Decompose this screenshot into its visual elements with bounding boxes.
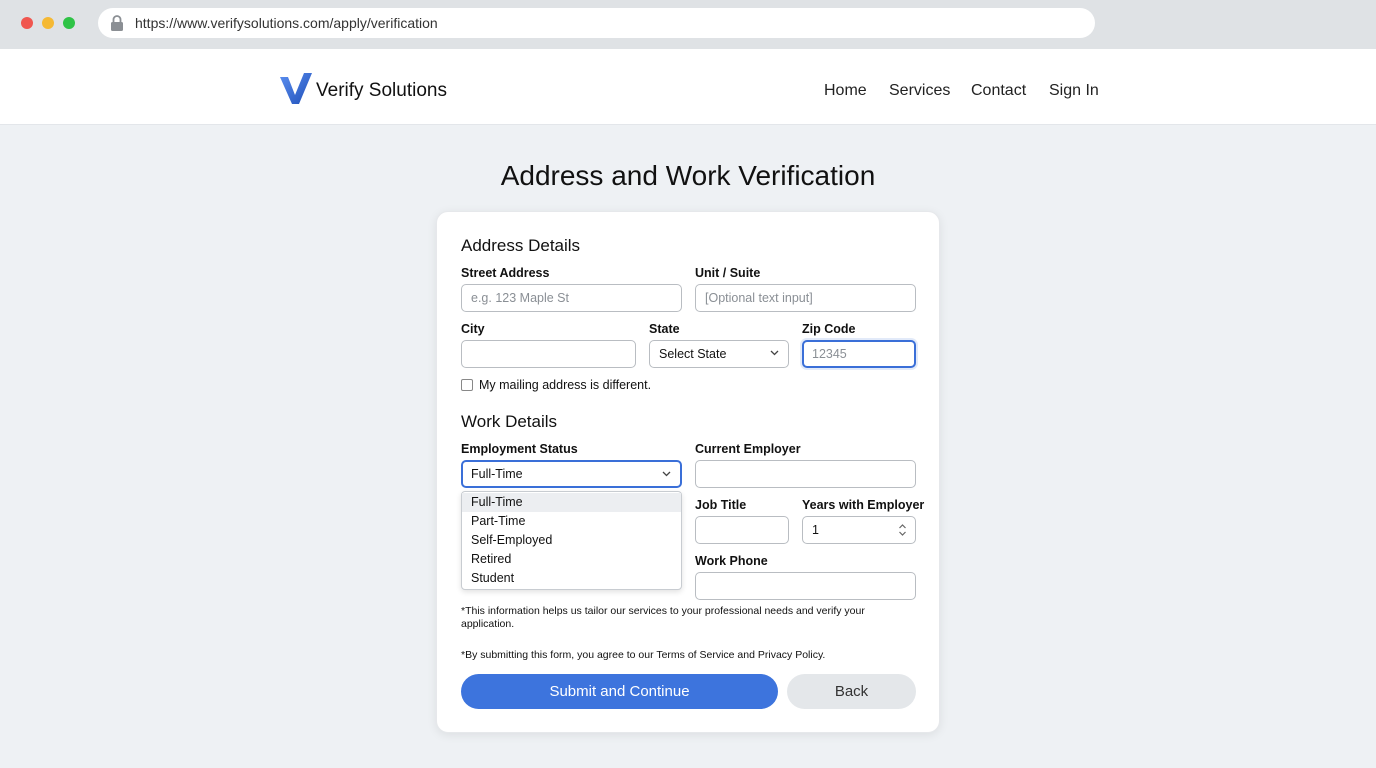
- employment-status-label: Employment Status: [461, 442, 578, 456]
- page-title: Address and Work Verification: [500, 160, 876, 191]
- address-bar[interactable]: https://www.verifysolutions.com/apply/ve…: [98, 8, 1095, 38]
- work-phone-label: Work Phone: [695, 554, 768, 568]
- option-retired[interactable]: Retired: [462, 550, 681, 569]
- submit-continue-button[interactable]: Submit and Continue: [461, 674, 778, 709]
- employment-status-value: Full-Time: [471, 467, 523, 481]
- info-note: *This information helps us tailor our se…: [461, 605, 865, 630]
- verify-logo-icon[interactable]: [280, 73, 312, 105]
- years-with-employer-input[interactable]: 1: [802, 516, 916, 544]
- mailing-address-label[interactable]: My mailing address is different.: [479, 378, 651, 392]
- city-label: City: [461, 322, 485, 336]
- chevron-down-icon: [662, 471, 671, 477]
- mailing-address-checkbox[interactable]: [461, 379, 473, 391]
- state-label: State: [649, 322, 680, 336]
- zip-code-label: Zip Code: [802, 322, 856, 336]
- state-select[interactable]: Select State: [649, 340, 789, 368]
- address-section-title: Address Details: [461, 236, 581, 255]
- nav-services[interactable]: Services: [889, 82, 950, 100]
- option-full-time[interactable]: Full-Time: [462, 493, 681, 512]
- unit-suite-label: Unit / Suite: [695, 266, 761, 280]
- nav-home[interactable]: Home: [824, 82, 867, 100]
- work-phone-input[interactable]: [695, 572, 916, 600]
- close-window-icon[interactable]: [21, 17, 33, 29]
- url-text: https://www.verifysolutions.com/apply/ve…: [135, 15, 438, 31]
- current-employer-label: Current Employer: [695, 442, 801, 456]
- nav-sign-in[interactable]: Sign In: [1049, 82, 1099, 100]
- city-input[interactable]: [461, 340, 636, 368]
- street-address-input[interactable]: [461, 284, 682, 312]
- minimize-window-icon[interactable]: [42, 17, 54, 29]
- terms-note: *By submitting this form, you agree to o…: [461, 649, 826, 661]
- years-value: 1: [812, 523, 819, 537]
- chevron-down-icon: [770, 350, 779, 356]
- stepper-arrows-icon[interactable]: [898, 522, 907, 538]
- years-with-employer-label: Years with Employer: [802, 498, 925, 512]
- work-section-title: Work Details: [461, 412, 558, 431]
- brand-name[interactable]: Verify Solutions: [316, 80, 447, 102]
- employment-status-dropdown: Full-Time Part-Time Self-Employed Retire…: [461, 491, 682, 590]
- nav-contact[interactable]: Contact: [971, 82, 1026, 100]
- maximize-window-icon[interactable]: [63, 17, 75, 29]
- option-student[interactable]: Student: [462, 569, 681, 588]
- option-part-time[interactable]: Part-Time: [462, 512, 681, 531]
- verification-form-card: Address Details Street Address Unit / Su…: [436, 211, 940, 733]
- job-title-label: Job Title: [695, 498, 747, 512]
- street-address-label: Street Address: [461, 266, 550, 280]
- zip-code-input[interactable]: [802, 340, 916, 368]
- option-self-employed[interactable]: Self-Employed: [462, 531, 681, 550]
- current-employer-input[interactable]: [695, 460, 916, 488]
- employment-status-select[interactable]: Full-Time: [461, 460, 682, 488]
- back-button[interactable]: Back: [787, 674, 916, 709]
- browser-chrome: https://www.verifysolutions.com/apply/ve…: [0, 0, 1376, 49]
- state-select-value: Select State: [659, 347, 727, 361]
- job-title-input[interactable]: [695, 516, 789, 544]
- unit-suite-input[interactable]: [695, 284, 916, 312]
- site-header: Verify Solutions Home Services Contact S…: [0, 49, 1376, 125]
- lock-icon: [111, 15, 123, 31]
